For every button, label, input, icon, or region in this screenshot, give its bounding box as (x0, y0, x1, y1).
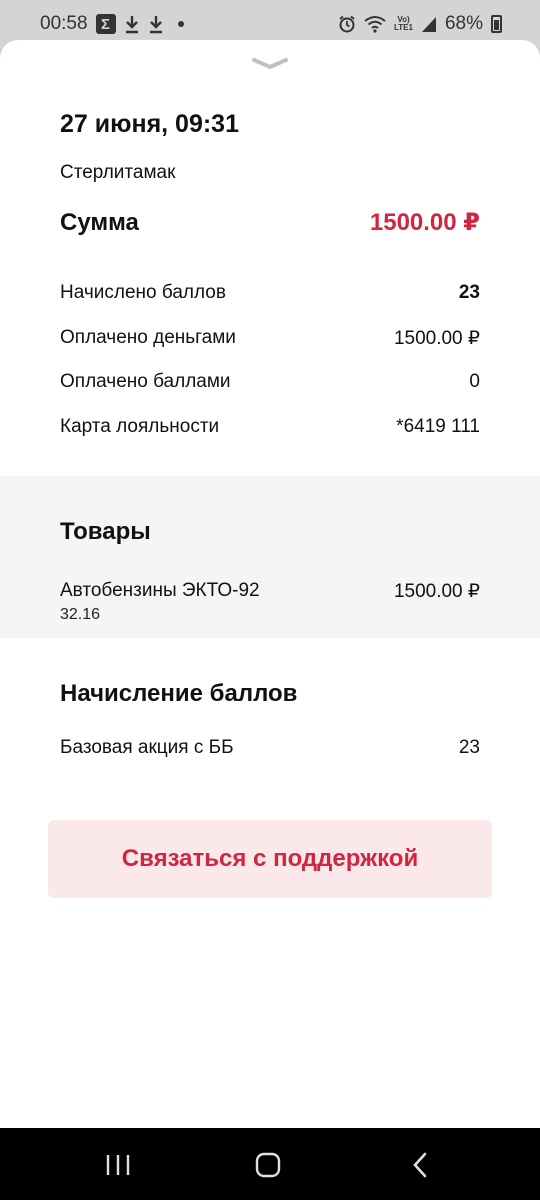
back-icon[interactable] (400, 1150, 440, 1180)
detail-value: *6419 111 (396, 416, 480, 437)
download-icon (124, 14, 140, 34)
download-icon (148, 14, 164, 34)
points-title: Начисление баллов (60, 680, 298, 707)
detail-row-points-earned: Начислено баллов 23 (60, 282, 480, 304)
alarm-icon (338, 15, 356, 33)
goods-item-name: Автобензины ЭКТО-92 (60, 580, 260, 601)
transaction-city: Стерлитамак (60, 162, 176, 183)
detail-label: Оплачено баллами (60, 371, 231, 392)
status-right: Vo) LTE1 68% (338, 13, 502, 35)
transaction-date: 27 июня, 09:31 (60, 110, 239, 138)
status-time: 00:58 (40, 13, 88, 34)
detail-value: 1500.00 ₽ (393, 328, 480, 349)
detail-label: Карта лояльности (60, 416, 220, 437)
goods-item: Автобензины ЭКТО-92 1500.00 ₽ (60, 580, 480, 603)
detail-row-loyalty-card: Карта лояльности *6419 111 (60, 416, 480, 438)
goods-section: Товары Автобензины ЭКТО-92 1500.00 ₽ 32.… (0, 476, 540, 638)
status-left: 00:58 Σ (40, 13, 184, 35)
goods-title: Товары (60, 518, 151, 545)
sum-value: 1500.00 ₽ (369, 209, 480, 236)
sigma-app-icon: Σ (95, 14, 116, 34)
system-nav-bar (0, 1128, 540, 1200)
home-icon[interactable] (248, 1150, 288, 1180)
wifi-icon (364, 15, 386, 33)
goods-item-quantity: 32.16 (60, 606, 101, 623)
sum-label: Сумма (60, 208, 139, 236)
detail-row-paid-points: Оплачено баллами 0 (60, 371, 480, 393)
detail-value: 23 (458, 282, 480, 303)
transaction-sheet: 27 июня, 09:31 Стерлитамак Сумма 1500.00… (0, 40, 540, 1128)
detail-value: 0 (469, 371, 480, 392)
sum-row: Сумма 1500.00 ₽ (60, 208, 480, 237)
points-row-value: 23 (458, 737, 480, 758)
volte-lte-icon: Vo) LTE1 (394, 15, 413, 32)
battery-percent: 68% (444, 13, 483, 34)
points-row-label: Базовая акция с ББ (60, 737, 234, 758)
collapse-chevron-icon[interactable] (250, 54, 290, 74)
detail-label: Оплачено деньгами (60, 327, 236, 348)
detail-row-paid-money: Оплачено деньгами 1500.00 ₽ (60, 327, 480, 350)
battery-icon (491, 15, 502, 33)
signal-icon (421, 15, 437, 33)
notification-dot-icon (177, 21, 184, 27)
recent-apps-icon[interactable] (98, 1150, 138, 1180)
detail-label: Начислено баллов (60, 282, 226, 303)
goods-item-price: 1500.00 ₽ (393, 581, 480, 602)
contact-support-button[interactable]: Связаться с поддержкой (48, 820, 492, 898)
points-row: Базовая акция с ББ 23 (60, 737, 480, 759)
